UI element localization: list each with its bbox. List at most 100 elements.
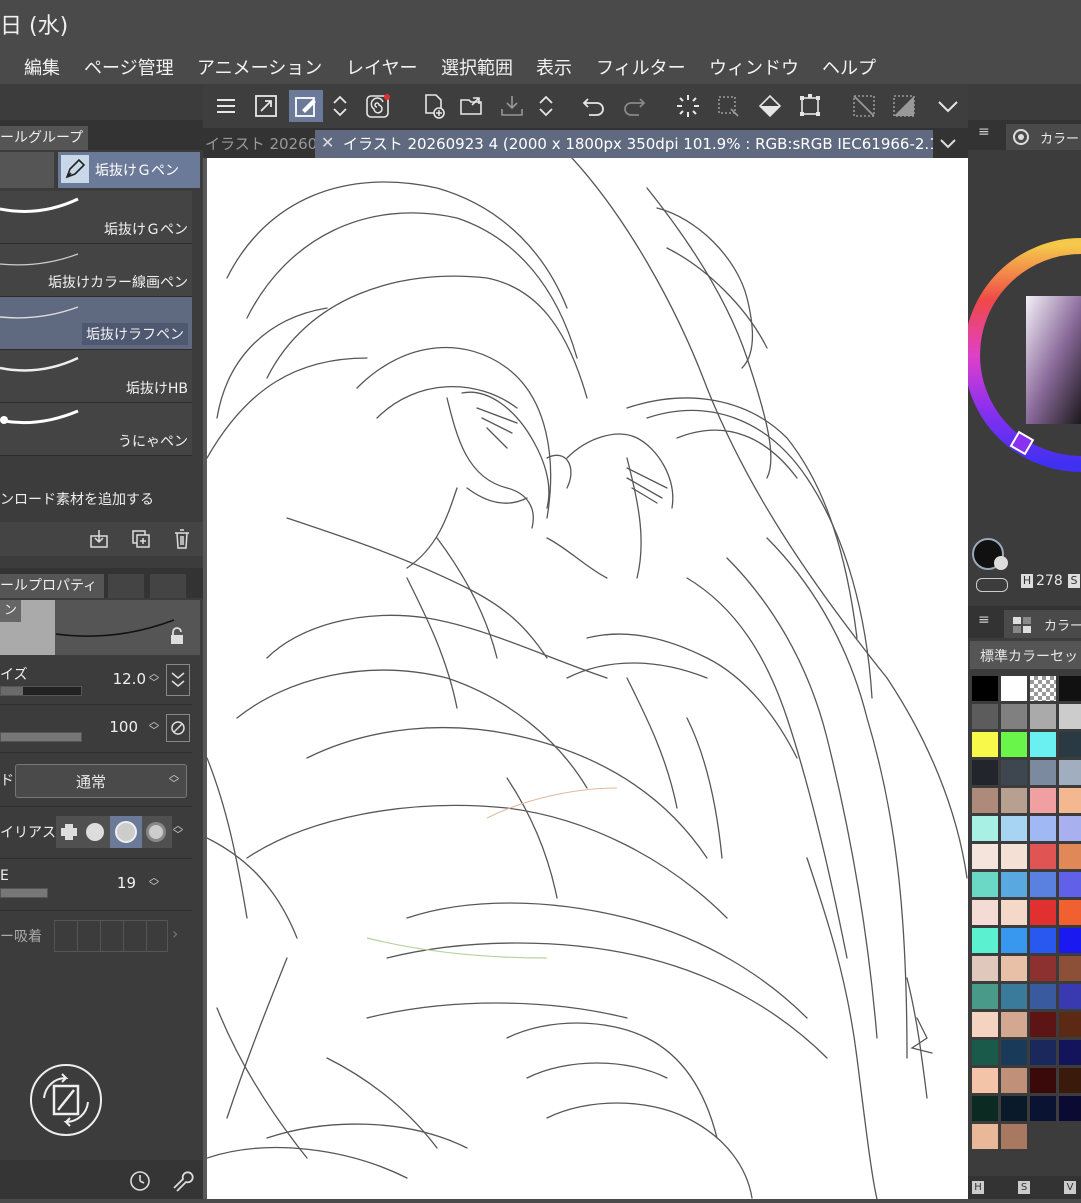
color-swatch[interactable] — [1030, 816, 1056, 841]
tab-inactive-document[interactable]: イラスト 20260 — [203, 130, 315, 158]
color-swatch[interactable] — [1001, 816, 1027, 841]
color-swatch[interactable] — [1030, 1040, 1056, 1065]
color-swatch[interactable] — [1059, 1040, 1081, 1065]
prop-snap[interactable]: ー吸着 › — [0, 914, 192, 958]
lock-icon[interactable] — [168, 626, 186, 646]
trash-icon[interactable] — [171, 527, 193, 551]
opacity-slider[interactable] — [0, 732, 82, 742]
color-swatch[interactable] — [972, 676, 998, 701]
aa-weak-icon[interactable] — [84, 821, 106, 843]
color-swatch[interactable] — [1059, 1012, 1081, 1037]
open-folder-icon[interactable] — [455, 90, 489, 122]
color-swatch[interactable] — [972, 1068, 998, 1093]
opacity-value[interactable]: 100 — [109, 718, 138, 736]
aa-medium-selected[interactable] — [110, 816, 142, 848]
fill-icon[interactable] — [753, 90, 787, 122]
color-swatch[interactable] — [1059, 956, 1081, 981]
size-slider[interactable] — [0, 686, 82, 696]
tab-color-wheel[interactable]: カラー — [1006, 124, 1081, 150]
color-swatch[interactable] — [972, 760, 998, 785]
color-swatch[interactable] — [1059, 732, 1081, 757]
color-swatch[interactable] — [1030, 760, 1056, 785]
prop-size[interactable]: イズ 12.0 ︿ ﹀ — [0, 660, 192, 705]
size-spinner[interactable]: ︿ ﹀ — [148, 670, 160, 689]
aa-spinner[interactable]: ︿ ﹀ — [172, 822, 184, 841]
canvas-area[interactable] — [203, 157, 968, 1200]
size-value[interactable]: 12.0 — [113, 670, 146, 688]
color-swatch[interactable] — [972, 788, 998, 813]
color-swatch[interactable] — [972, 1096, 998, 1121]
color-swatch[interactable] — [1001, 900, 1027, 925]
tab-sub-icon[interactable] — [108, 574, 144, 598]
brush-item[interactable]: 垢抜けＧペン — [0, 191, 192, 244]
color-swatch[interactable] — [1001, 1096, 1027, 1121]
menu-edit[interactable]: 編集 — [24, 54, 60, 80]
color-wheel[interactable] — [968, 234, 1081, 474]
color-swatch[interactable] — [1001, 1012, 1027, 1037]
deselect-icon[interactable] — [847, 90, 881, 122]
color-swatch[interactable] — [972, 732, 998, 757]
color-swatch[interactable] — [1030, 788, 1056, 813]
updown-icon[interactable] — [533, 90, 559, 122]
color-swatch[interactable] — [1030, 984, 1056, 1009]
antialias-options[interactable] — [56, 816, 172, 848]
prop-opacity[interactable]: 100 ︿ ﹀ — [0, 708, 192, 753]
stabilization-spinner[interactable]: ︿ ﹀ — [148, 874, 160, 893]
panel-menu-icon[interactable]: ≡ — [978, 124, 990, 140]
snap-option[interactable] — [123, 920, 147, 952]
color-swatch[interactable] — [972, 816, 998, 841]
color-swatch[interactable] — [1001, 1068, 1027, 1093]
color-swatch[interactable] — [1030, 1012, 1056, 1037]
color-swatch[interactable] — [1001, 1040, 1027, 1065]
redo-icon[interactable] — [617, 90, 651, 122]
footer-h[interactable]: H — [972, 1181, 984, 1194]
color-swatch[interactable] — [972, 1124, 998, 1149]
color-swatch[interactable] — [1059, 928, 1081, 953]
new-file-icon[interactable] — [417, 90, 451, 122]
selection-icon[interactable] — [711, 90, 745, 122]
color-swatch[interactable] — [1001, 984, 1027, 1009]
clock-icon[interactable] — [128, 1168, 152, 1192]
color-swatch[interactable] — [1030, 900, 1056, 925]
brush-item-selected[interactable]: 垢抜けラフペン — [0, 297, 192, 350]
color-swatch[interactable] — [972, 928, 998, 953]
color-swatch[interactable] — [972, 1040, 998, 1065]
tab-tool-group[interactable]: ールグループ — [0, 126, 88, 150]
snap-option[interactable] — [146, 920, 168, 952]
blend-mode-select[interactable]: 通常 ︿ ﹀ — [15, 764, 187, 798]
color-swatch[interactable] — [1001, 704, 1027, 729]
color-swatch[interactable] — [972, 984, 998, 1009]
invert-selection-icon[interactable] — [887, 90, 921, 122]
color-swatch[interactable] — [1059, 816, 1081, 841]
color-swatch[interactable] — [1001, 760, 1027, 785]
color-swatch[interactable] — [1001, 732, 1027, 757]
menu-icon[interactable] — [209, 90, 243, 122]
color-swatch[interactable] — [1001, 676, 1027, 701]
menu-help[interactable]: ヘルプ — [822, 54, 876, 80]
brush-item[interactable]: うにゃペン — [0, 403, 192, 456]
color-swatch[interactable] — [1030, 928, 1056, 953]
prop-blend[interactable]: ド 通常 ︿ ﹀ — [0, 758, 192, 807]
color-swatch[interactable] — [972, 872, 998, 897]
color-swatch[interactable] — [972, 704, 998, 729]
spiral-icon[interactable] — [361, 90, 395, 122]
expand-icon[interactable] — [249, 90, 283, 122]
footer-v[interactable]: V — [1064, 1181, 1076, 1194]
menu-window[interactable]: ウィンドウ — [709, 54, 799, 80]
export-icon[interactable] — [495, 90, 529, 122]
menu-page[interactable]: ページ管理 — [84, 54, 174, 80]
color-swatch[interactable] — [1059, 1096, 1081, 1121]
color-swatch[interactable] — [972, 1012, 998, 1037]
color-swatch[interactable] — [1059, 872, 1081, 897]
transform-icon[interactable] — [793, 90, 827, 122]
opacity-spinner[interactable]: ︿ ﹀ — [148, 718, 160, 737]
color-swatch[interactable] — [1059, 704, 1081, 729]
menu-animation[interactable]: アニメーション — [197, 54, 322, 80]
updown-icon[interactable] — [327, 90, 353, 122]
footer-s[interactable]: S — [1018, 1181, 1030, 1194]
color-swatch[interactable] — [1059, 676, 1081, 701]
color-swatch[interactable] — [972, 844, 998, 869]
color-swatch[interactable] — [1059, 900, 1081, 925]
opacity-toggle[interactable] — [166, 714, 190, 742]
color-swatch[interactable] — [1030, 1096, 1056, 1121]
